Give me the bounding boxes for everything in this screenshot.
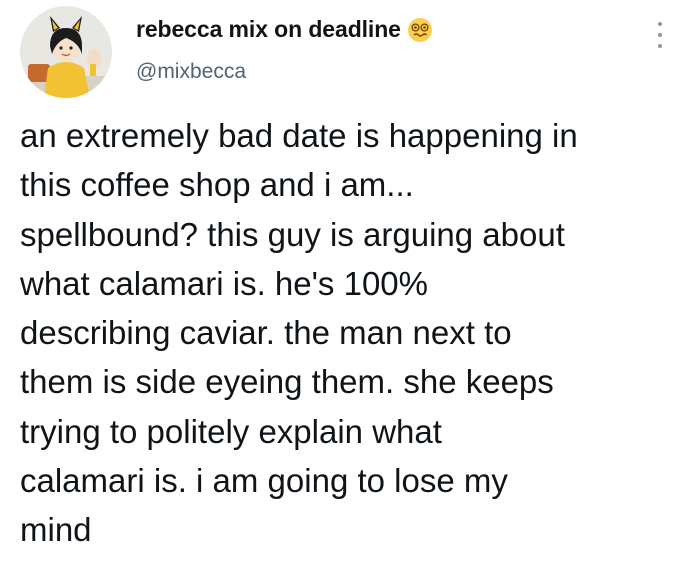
display-name-row[interactable]: rebecca mix on deadline — [136, 16, 433, 43]
tweet-text-line: calamari is. i am going to lose my — [20, 462, 508, 500]
display-name[interactable]: rebecca mix on deadline — [136, 16, 401, 43]
tweet-text-line: describing caviar. the man next to — [20, 314, 512, 352]
more-vertical-icon[interactable] — [650, 18, 670, 52]
tweet-text-line: an extremely bad date is happening in — [20, 117, 578, 154]
avatar-illustration — [20, 6, 112, 98]
menu-dot — [658, 22, 662, 26]
tweet-text-line: trying to politely explain what — [20, 412, 442, 450]
user-handle[interactable]: @mixbecca — [136, 60, 246, 84]
tweet-text-line: mind — [20, 511, 92, 549]
tweet-card: rebecca mix on deadline @mixbecca an ext… — [0, 0, 700, 569]
tweet-text-line: them is side eyeing them. she keeps — [20, 363, 554, 401]
tweet-text-line: what calamari is. he's 100% — [20, 264, 428, 302]
menu-dot — [658, 44, 662, 48]
tweet-text-line: this coffee shop and i am... — [20, 166, 414, 204]
tweet-text: an extremely bad date is happening in th… — [20, 111, 690, 555]
menu-dot — [658, 33, 662, 37]
avatar[interactable] — [20, 6, 112, 98]
tweet-text-line: spellbound? this guy is arguing about — [20, 215, 565, 253]
dizzy-face-emoji-icon — [407, 17, 433, 43]
